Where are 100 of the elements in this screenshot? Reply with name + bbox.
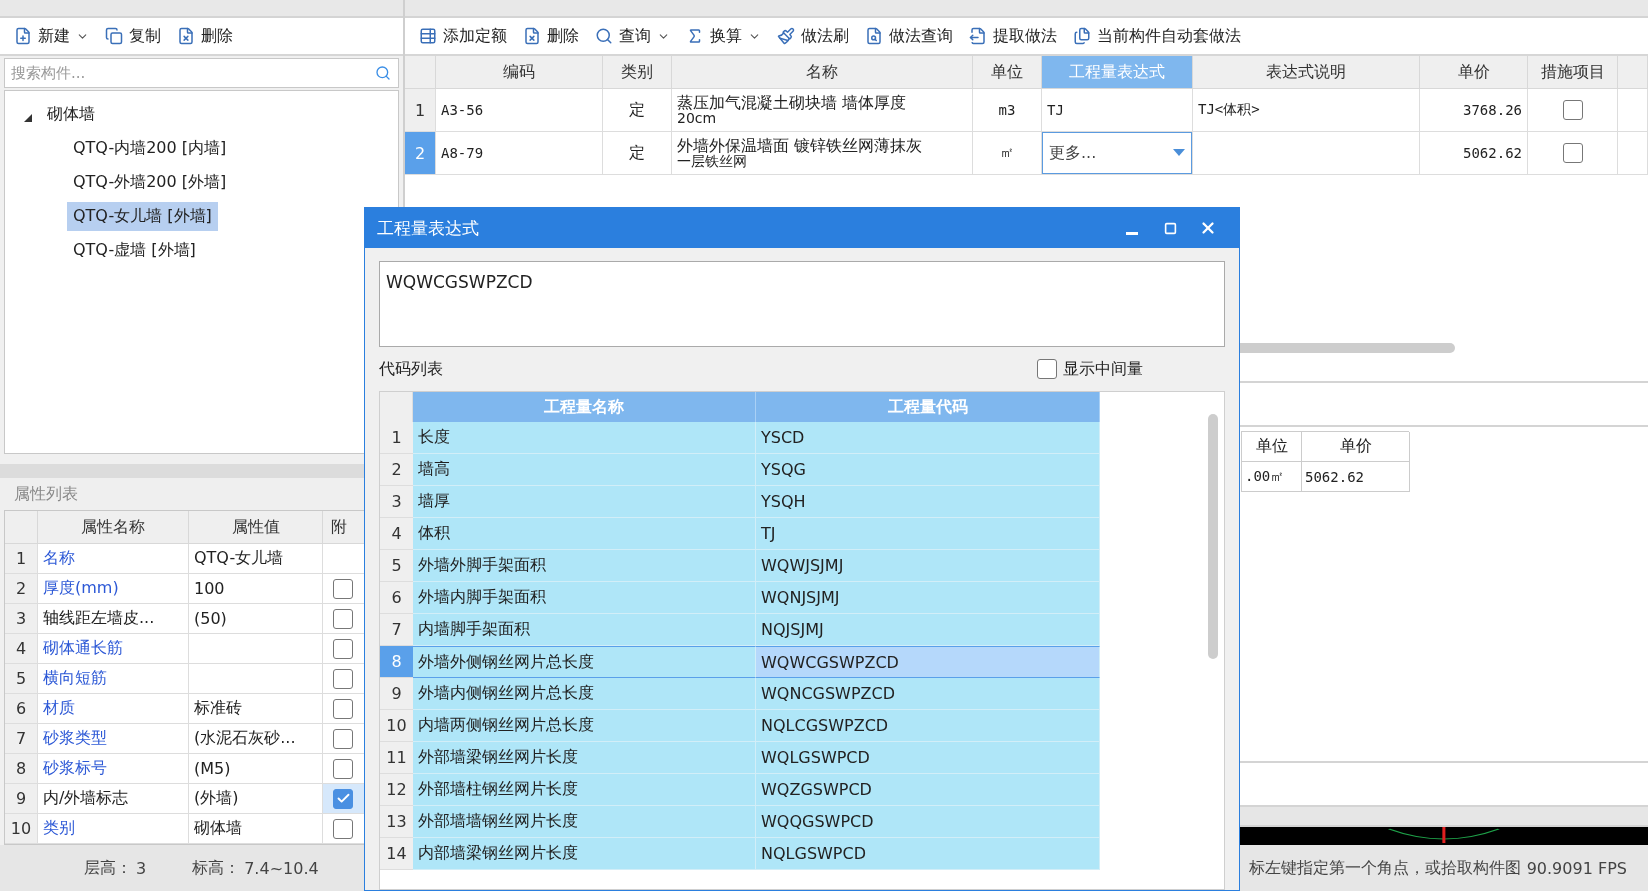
table-cell[interactable]: YSCD	[756, 422, 1100, 454]
table-cell[interactable]: 体积	[413, 518, 756, 550]
column-header[interactable]: 单价	[1420, 56, 1528, 89]
column-header[interactable]: 编码	[436, 56, 603, 89]
elevation-value: 7.4~10.4	[244, 858, 319, 878]
property-link[interactable]: 材质	[38, 694, 189, 724]
row-number: 6	[5, 694, 38, 724]
paintbrush-icon	[777, 27, 795, 45]
row-number[interactable]: 10	[380, 710, 413, 742]
expression-field[interactable]: WQWCGSWPZCD	[379, 261, 1225, 347]
tree-item[interactable]: 砌体墙	[41, 99, 101, 129]
row-number[interactable]: 12	[380, 774, 413, 806]
table-cell[interactable]: 内墙脚手架面积	[413, 614, 756, 646]
table-cell[interactable]: 墙高	[413, 454, 756, 486]
row-number: 8	[5, 754, 38, 784]
checkbox[interactable]	[333, 668, 353, 689]
column-header[interactable]: 表达式说明	[1193, 56, 1420, 89]
checkbox-label[interactable]: 显示中间量	[1037, 358, 1143, 380]
table-cell[interactable]: WQQGSWPCD	[756, 806, 1100, 838]
column-header[interactable]: 措施项目	[1528, 56, 1618, 89]
table-cell[interactable]: WQNJSJMJ	[756, 582, 1100, 614]
table-cell: A3-56	[436, 89, 603, 132]
table-cell[interactable]: 外部墙墙钢丝网片长度	[413, 806, 756, 838]
row-number[interactable]: 3	[380, 486, 413, 518]
row-number: 1	[5, 544, 38, 574]
checkbox[interactable]	[333, 788, 353, 809]
file-output-icon	[969, 27, 987, 45]
checkbox[interactable]	[333, 758, 353, 779]
property-link[interactable]: 砌体通长筋	[38, 634, 189, 664]
table-cell[interactable]: 外墙内侧钢丝网片总长度	[413, 678, 756, 710]
row-number: 2	[5, 574, 38, 604]
property-value: 100	[189, 574, 323, 604]
table-cell[interactable]: 外墙外脚手架面积	[413, 550, 756, 582]
table-cell: 5062.62	[1420, 132, 1528, 175]
table-cell[interactable]: YSQH	[756, 486, 1100, 518]
dropdown-field[interactable]: 更多...	[1042, 132, 1192, 174]
checkbox[interactable]	[333, 638, 353, 659]
column-header[interactable]: 名称	[672, 56, 973, 89]
row-number[interactable]: 11	[380, 742, 413, 774]
table-cell[interactable]: 内墙两侧钢丝网片总长度	[413, 710, 756, 742]
scrollbar[interactable]	[1208, 414, 1218, 659]
property-value: (50)	[189, 604, 323, 634]
tree-item[interactable]: QTQ-虚墙 [外墙]	[67, 235, 202, 265]
checkbox[interactable]	[333, 608, 353, 629]
fps-counter: 90.9091 FPS	[1526, 858, 1627, 878]
search-field[interactable]: 搜索构件...	[4, 58, 399, 88]
row-number[interactable]: 1	[380, 422, 413, 454]
table-cell[interactable]: WQNCGSWPZCD	[756, 678, 1100, 710]
table-cell[interactable]: 长度	[413, 422, 756, 454]
row-number[interactable]: 14	[380, 838, 413, 870]
table-cell[interactable]: WQWCGSWPZCD	[756, 646, 1100, 678]
search-icon[interactable]	[375, 65, 391, 81]
table-cell[interactable]: 内部墙梁钢丝网片长度	[413, 838, 756, 870]
minimize-icon	[1126, 231, 1138, 235]
table-cell[interactable]: WQLGSWPCD	[756, 742, 1100, 774]
table-cell[interactable]: NQJSJMJ	[756, 614, 1100, 646]
row-number[interactable]: 4	[380, 518, 413, 550]
tree-item[interactable]: QTQ-女儿墙 [外墙]	[67, 201, 218, 231]
checkbox[interactable]	[333, 578, 353, 599]
property-link[interactable]: 横向短筋	[38, 664, 189, 694]
table-cell[interactable]: NQLGSWPCD	[756, 838, 1100, 870]
table-cell[interactable]: YSQG	[756, 454, 1100, 486]
tree-item[interactable]: QTQ-外墙200 [外墙]	[67, 167, 233, 197]
files-icon	[1073, 27, 1091, 45]
table-cell[interactable]: 外墙外侧钢丝网片总长度	[413, 646, 756, 678]
checkbox[interactable]	[1562, 143, 1583, 163]
table-cell: 3768.26	[1420, 89, 1528, 132]
property-link[interactable]: 砂浆标号	[38, 754, 189, 784]
checkbox[interactable]	[333, 818, 353, 839]
row-number[interactable]: 7	[380, 614, 413, 646]
new-file-icon	[14, 27, 32, 45]
row-number[interactable]: 2	[380, 454, 413, 486]
row-number[interactable]: 13	[380, 806, 413, 838]
search-icon	[595, 27, 613, 45]
tree-item[interactable]: QTQ-内墙200 [内墙]	[67, 133, 233, 163]
table-cell[interactable]: 外部墙柱钢丝网片长度	[413, 774, 756, 806]
checkbox[interactable]	[1562, 100, 1583, 120]
property-link[interactable]: 厚度(mm)	[38, 574, 189, 604]
row-number[interactable]: 1	[405, 89, 436, 132]
row-number: 4	[5, 634, 38, 664]
table-cell[interactable]: WQWJSJMJ	[756, 550, 1100, 582]
table-cell[interactable]: 墙厚	[413, 486, 756, 518]
table-cell: 蒸压加气混凝土砌块墙 墙体厚度 20cm	[677, 95, 907, 125]
checkbox[interactable]	[1037, 359, 1057, 379]
property-link[interactable]: 砂浆类型	[38, 724, 189, 754]
column-header[interactable]: 单位	[973, 56, 1042, 89]
property-value: 标准砖	[189, 694, 323, 724]
property-link[interactable]: 类别	[38, 814, 189, 844]
table-cell[interactable]: 外部墙梁钢丝网片长度	[413, 742, 756, 774]
row-number[interactable]: 9	[380, 678, 413, 710]
row-number[interactable]: 5	[380, 550, 413, 582]
property-link[interactable]: 名称	[38, 544, 189, 574]
checkbox[interactable]	[333, 698, 353, 719]
row-number[interactable]: 6	[380, 582, 413, 614]
table-cell[interactable]: 外墙内脚手架面积	[413, 582, 756, 614]
checkbox[interactable]	[333, 728, 353, 749]
table-cell[interactable]: TJ	[756, 518, 1100, 550]
table-cell[interactable]: NQLCGSWPZCD	[756, 710, 1100, 742]
table-cell[interactable]: WQZGSWPCD	[756, 774, 1100, 806]
column-header[interactable]: 类别	[603, 56, 672, 89]
